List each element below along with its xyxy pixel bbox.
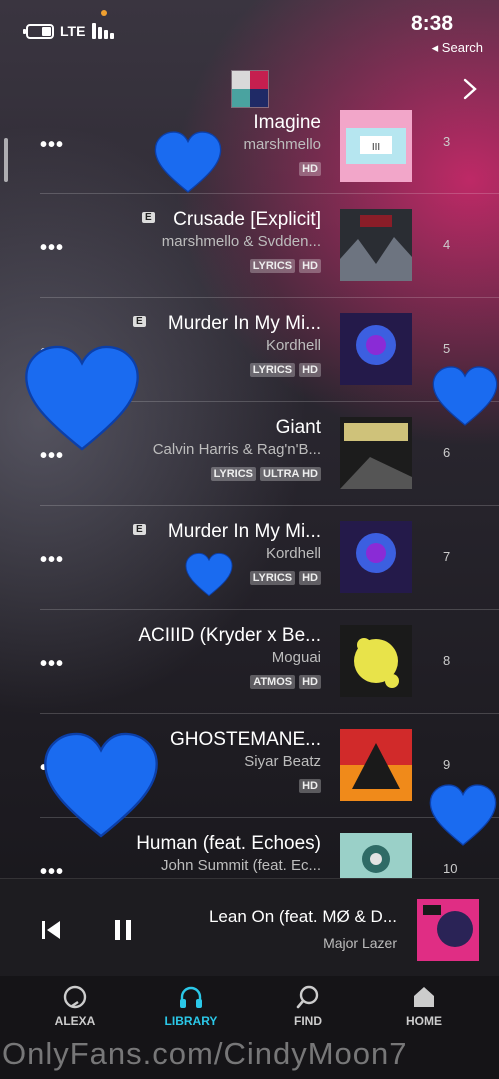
lyrics-badge: LYRICS xyxy=(249,363,296,377)
blue-heart-sticker xyxy=(429,784,497,846)
dolby-atmos-badge: ATMOS xyxy=(250,675,296,689)
mic-indicator-icon xyxy=(101,10,107,16)
more-options-button[interactable]: ••• xyxy=(40,549,64,572)
track-album-art xyxy=(340,625,412,697)
track-artist: Siyar Beatz xyxy=(244,753,321,770)
track-title: Human (feat. Echoes) xyxy=(136,833,321,854)
divider xyxy=(40,193,499,194)
search-icon xyxy=(296,985,319,1009)
track-number: 9 xyxy=(443,757,451,772)
track-title: GHOSTEMANE... xyxy=(170,729,321,750)
track-artist: marshmello xyxy=(243,136,321,153)
track-album-art: III xyxy=(340,110,412,182)
divider xyxy=(40,609,499,610)
blue-heart-sticker xyxy=(154,131,222,193)
track-artist: Kordhell xyxy=(265,337,321,354)
hd-badge: HD xyxy=(299,779,321,793)
track-artist: John Summit (feat. Ec... xyxy=(160,857,321,874)
tab-home[interactable]: HOME xyxy=(384,984,464,1028)
lyrics-badge: LYRICS xyxy=(249,571,296,585)
lyrics-badge: LYRICS xyxy=(210,467,256,481)
headphones-icon xyxy=(180,986,202,1008)
back-to-search-link[interactable]: ◂ Search xyxy=(432,40,483,56)
tab-label: FIND xyxy=(294,1014,322,1028)
network-label: LTE xyxy=(60,23,86,39)
tab-label: HOME xyxy=(406,1014,442,1028)
blue-heart-sticker xyxy=(432,366,498,426)
home-icon xyxy=(414,987,434,1007)
tab-library[interactable]: LIBRARY xyxy=(151,984,231,1028)
blue-heart-sticker xyxy=(44,732,158,838)
now-playing-bar[interactable]: Lean On (feat. MØ & D... Major Lazer xyxy=(0,878,499,977)
track-number: 7 xyxy=(443,549,451,564)
header-album-art[interactable] xyxy=(231,70,269,108)
status-time: 8:38 xyxy=(410,12,453,35)
now-playing-artist: Major Lazer xyxy=(323,935,397,951)
lyrics-badge: LYRICS xyxy=(249,259,296,273)
tab-label: LIBRARY xyxy=(164,1014,218,1028)
hd-badge: HD xyxy=(299,571,321,585)
explicit-badge: E xyxy=(142,212,155,223)
track-title: Giant xyxy=(275,417,321,438)
signal-icon xyxy=(92,23,114,39)
explicit-badge: E xyxy=(133,524,146,535)
svg-text:III: III xyxy=(372,142,380,153)
hd-badge: HD xyxy=(299,162,321,176)
explicit-badge: E xyxy=(133,316,146,327)
more-options-button[interactable]: ••• xyxy=(40,653,64,676)
track-row[interactable]: ••• Imagine marshmello HD III 3 xyxy=(0,106,499,210)
track-number: 5 xyxy=(443,341,451,356)
watermark-bar: OnlyFans.com/CindyMoon7 xyxy=(0,1036,499,1079)
bottom-tab-bar: HOME FIND LIBRARY ALEXA xyxy=(0,976,499,1036)
blue-heart-sticker xyxy=(185,552,233,597)
track-number: 8 xyxy=(443,653,451,668)
divider xyxy=(40,713,499,714)
battery-icon xyxy=(23,24,54,39)
track-number: 6 xyxy=(443,445,451,460)
chevron-right-icon[interactable] xyxy=(462,78,478,100)
track-title: Murder In My Mi... xyxy=(167,521,321,542)
track-number: 3 xyxy=(443,134,451,149)
track-artist: Moguai xyxy=(271,649,321,666)
hd-badge: HD xyxy=(299,363,321,377)
track-album-art xyxy=(340,417,412,489)
track-artist: Kordhell xyxy=(265,545,321,562)
ultra-hd-badge: ULTRA HD xyxy=(260,467,321,481)
now-playing-title: Lean On (feat. MØ & D... xyxy=(208,907,397,926)
tab-alexa[interactable]: ALEXA xyxy=(35,984,115,1028)
tab-find[interactable]: FIND xyxy=(268,984,348,1028)
pause-icon[interactable] xyxy=(112,919,134,941)
track-title: Murder In My Mi... xyxy=(167,313,321,334)
track-artist: marshmello & Svdden... xyxy=(161,233,321,250)
watermark-text: OnlyFans.com/CindyMoon7 xyxy=(2,1036,408,1071)
divider xyxy=(40,297,499,298)
more-options-button[interactable]: ••• xyxy=(40,237,64,260)
status-bar: LTE 8:38 ◂ Search xyxy=(0,0,499,60)
hd-badge: HD xyxy=(299,259,321,273)
track-title: Crusade [Explicit] xyxy=(173,209,321,230)
track-album-art xyxy=(340,313,412,385)
blue-heart-sticker xyxy=(25,345,139,451)
hd-badge: HD xyxy=(299,675,321,689)
track-album-art xyxy=(340,729,412,801)
previous-track-icon[interactable] xyxy=(40,919,62,941)
track-number: 4 xyxy=(443,237,451,252)
now-playing-album-art[interactable] xyxy=(417,899,479,961)
track-number: 10 xyxy=(443,861,458,876)
alexa-icon xyxy=(63,985,87,1009)
track-title: ACIIID (Kryder x Be... xyxy=(138,625,321,646)
track-title: Imagine xyxy=(253,112,321,133)
divider xyxy=(40,505,499,506)
track-album-art xyxy=(340,521,412,593)
track-artist: Calvin Harris & Rag'n'B... xyxy=(152,441,321,458)
track-album-art xyxy=(340,209,412,281)
tab-label: ALEXA xyxy=(54,1014,96,1028)
more-options-button[interactable]: ••• xyxy=(40,134,64,157)
